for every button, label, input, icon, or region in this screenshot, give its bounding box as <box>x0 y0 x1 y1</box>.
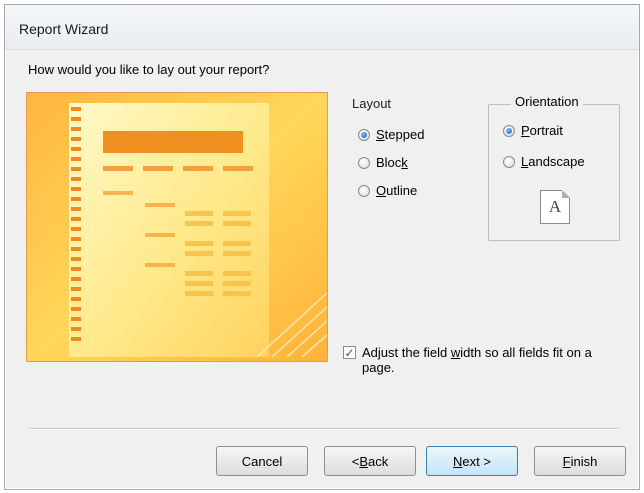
binding-hole <box>71 287 81 291</box>
binding-hole <box>71 207 81 211</box>
binding-hole <box>71 267 81 271</box>
radio-indicator <box>358 156 370 169</box>
portrait-page-icon: A <box>540 190 570 224</box>
radio-indicator <box>358 128 370 141</box>
radio-indicator <box>358 184 370 197</box>
binding-hole <box>71 167 81 171</box>
binding-hole <box>71 147 81 151</box>
footer-separator <box>30 428 618 430</box>
binding-hole <box>71 227 81 231</box>
layout-block-radio[interactable]: Block <box>358 155 408 170</box>
binding-hole <box>71 137 81 141</box>
check-mark-icon: ✓ <box>344 345 355 360</box>
layout-group-label: Layout <box>352 96 392 111</box>
layout-preview-image <box>26 92 328 362</box>
preview-illustration <box>27 93 327 361</box>
layout-prompt: How would you like to lay out your repor… <box>28 62 270 77</box>
checkbox-indicator: ✓ <box>343 346 356 359</box>
orientation-group-label: Orientation <box>511 94 583 109</box>
orientation-portrait-radio[interactable]: Portrait <box>503 123 563 138</box>
binding-hole <box>71 247 81 251</box>
binding-hole <box>71 157 81 161</box>
binding-hole <box>71 217 81 221</box>
binding-hole <box>71 297 81 301</box>
adjust-field-width-checkbox[interactable]: ✓ Adjust the field width so all fields f… <box>343 345 623 375</box>
binding-hole <box>71 327 81 331</box>
layout-outline-radio[interactable]: Outline <box>358 183 417 198</box>
orientation-landscape-radio[interactable]: Landscape <box>503 154 585 169</box>
radio-indicator <box>503 124 515 137</box>
binding-hole <box>71 317 81 321</box>
adjust-field-width-label: Adjust the field width so all fields fit… <box>362 345 592 375</box>
binding-hole <box>71 307 81 311</box>
finish-button[interactable]: Finish <box>534 446 626 476</box>
window-title: Report Wizard <box>19 21 109 37</box>
binding-hole <box>71 177 81 181</box>
binding-hole <box>71 107 81 111</box>
binding-hole <box>71 117 81 121</box>
binding-hole <box>71 277 81 281</box>
binding-hole <box>71 257 81 261</box>
binding-hole <box>71 337 81 341</box>
next-button[interactable]: Next > <box>426 446 518 476</box>
binding-hole <box>71 187 81 191</box>
binding-hole <box>71 127 81 131</box>
title-bar[interactable]: Report Wizard <box>5 5 639 50</box>
binding-hole <box>71 197 81 201</box>
back-button[interactable]: < Back <box>324 446 416 476</box>
cancel-button[interactable]: Cancel <box>216 446 308 476</box>
layout-stepped-radio[interactable]: Stepped <box>358 127 424 142</box>
binding-hole <box>71 237 81 241</box>
radio-indicator <box>503 155 515 168</box>
